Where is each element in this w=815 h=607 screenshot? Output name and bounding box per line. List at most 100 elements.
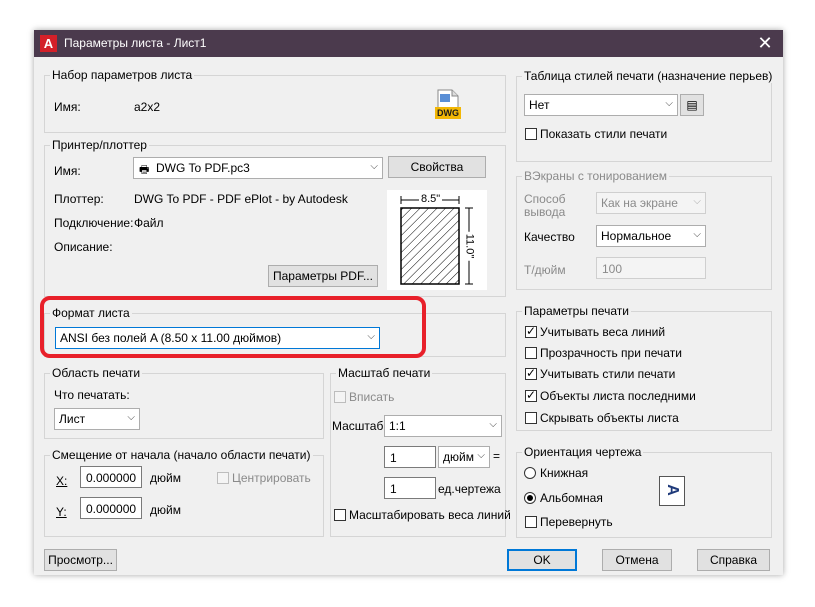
ok-button[interactable]: OK bbox=[507, 549, 577, 571]
plot-offset-group-label: Смещение от начала (начало области печат… bbox=[50, 448, 313, 462]
show-plot-styles-checkbox[interactable] bbox=[525, 128, 537, 140]
plot-lineweights-checkbox[interactable] bbox=[525, 324, 537, 338]
paperspace-last-checkbox[interactable] bbox=[525, 388, 537, 402]
pdf-options-button[interactable]: Параметры PDF... bbox=[268, 265, 378, 287]
printer-name-select[interactable]: 🖶 DWG To PDF.pc3 ⌵ bbox=[133, 157, 383, 179]
autocad-app-icon: A bbox=[40, 35, 57, 52]
chevron-down-icon: ⌵ bbox=[693, 229, 701, 240]
hide-paperspace-checkbox[interactable] bbox=[525, 412, 537, 424]
page-setup-group-label: Набор параметров листа bbox=[50, 68, 195, 82]
shaded-viewport-group-label: ВЭкраны с тонированием bbox=[522, 169, 670, 183]
scale-units-label: ед.чертежа bbox=[438, 482, 501, 496]
scale-lineweights-checkbox[interactable] bbox=[334, 509, 346, 521]
x-offset-label: X: bbox=[56, 474, 68, 488]
portrait-label: Книжная bbox=[540, 466, 589, 480]
y-offset-unit: дюйм bbox=[150, 503, 181, 517]
printer-name-value: DWG To PDF.pc3 bbox=[156, 161, 250, 175]
printer-name-label: Имя: bbox=[54, 164, 81, 178]
paperspace-last-label: Объекты листа последними bbox=[540, 389, 696, 403]
paper-preview: 8.5" 11.0" bbox=[387, 190, 487, 290]
orientation-preview-glyph: A bbox=[663, 484, 681, 496]
scale-lineweights-label: Масштабировать веса линий bbox=[349, 508, 511, 522]
description-label: Описание: bbox=[54, 240, 113, 254]
shade-mode-label-line2: вывода bbox=[524, 205, 566, 219]
dpi-label: Т/дюйм bbox=[524, 263, 566, 277]
page-setup-name-label: Имя: bbox=[54, 100, 81, 114]
chevron-down-icon: ⌵ bbox=[477, 450, 485, 461]
chevron-down-icon: ⌵ bbox=[693, 196, 701, 207]
plot-area-group-label: Область печати bbox=[50, 366, 143, 380]
what-to-plot-value: Лист bbox=[59, 412, 86, 426]
cancel-button[interactable]: Отмена bbox=[602, 549, 672, 571]
preview-button[interactable]: Просмотр... bbox=[44, 549, 117, 571]
shade-mode-label-line1: Способ bbox=[524, 192, 566, 206]
y-offset-input[interactable]: 0.000000 bbox=[80, 497, 142, 519]
quality-value: Нормальное bbox=[601, 229, 672, 243]
edit-plot-style-button[interactable]: ▤ bbox=[680, 94, 704, 116]
fit-to-paper-label: Вписать bbox=[349, 390, 395, 404]
center-plot-checkbox[interactable] bbox=[217, 472, 229, 484]
scale-label: Масштаб: bbox=[332, 419, 387, 433]
connection-label: Подключение: bbox=[54, 216, 134, 230]
plot-style-select[interactable]: Нет ⌵ bbox=[524, 94, 678, 116]
help-button[interactable]: Справка bbox=[697, 549, 770, 571]
equals-sign: = bbox=[493, 449, 501, 463]
show-plot-styles-label: Показать стили печати bbox=[540, 127, 668, 141]
plotter-value: DWG To PDF - PDF ePlot - by Autodesk bbox=[134, 192, 348, 206]
properties-button[interactable]: Свойства bbox=[388, 156, 486, 178]
shade-mode-select[interactable]: Как на экране ⌵ bbox=[596, 192, 706, 214]
page-setup-dialog: A Параметры листа - Лист1 ✕ Набор параме… bbox=[34, 30, 783, 575]
title-bar[interactable]: A Параметры листа - Лист1 ✕ bbox=[34, 30, 783, 57]
plot-scale-group-label: Масштаб печати bbox=[336, 366, 433, 380]
plotter-label: Плоттер: bbox=[54, 192, 104, 206]
chevron-down-icon: ⌵ bbox=[370, 161, 378, 172]
landscape-label: Альбомная bbox=[540, 491, 603, 505]
plot-options-group-label: Параметры печати bbox=[522, 304, 631, 318]
scale-units-value: 1 bbox=[390, 482, 397, 496]
paper-width-label: 8.5" bbox=[419, 193, 443, 205]
scale-units-input[interactable]: 1 bbox=[384, 477, 436, 499]
dwg-icon-text: DWG bbox=[437, 108, 459, 118]
upside-down-checkbox[interactable] bbox=[525, 516, 537, 528]
plot-with-styles-checkbox[interactable] bbox=[525, 366, 537, 380]
dwg-file-icon: DWG bbox=[434, 88, 462, 120]
scale-select[interactable]: 1:1 ⌵ bbox=[384, 415, 502, 437]
upside-down-label: Перевернуть bbox=[540, 515, 613, 529]
edit-icon: ▤ bbox=[686, 98, 698, 112]
printer-icon: 🖶 bbox=[139, 164, 150, 176]
dpi-input[interactable]: 100 bbox=[596, 257, 706, 279]
x-offset-input[interactable]: 0.000000 bbox=[80, 466, 142, 488]
quality-select[interactable]: Нормальное ⌵ bbox=[596, 225, 706, 247]
scale-inches-value: 1 bbox=[390, 451, 397, 465]
scale-inches-input[interactable]: 1 bbox=[384, 446, 436, 468]
dpi-value: 100 bbox=[602, 262, 623, 276]
what-to-plot-select[interactable]: Лист ⌵ bbox=[54, 408, 140, 430]
x-offset-value: 0.000000 bbox=[86, 471, 137, 485]
what-to-plot-label: Что печатать: bbox=[54, 388, 130, 402]
chevron-down-icon: ⌵ bbox=[127, 412, 135, 423]
plot-style-value: Нет bbox=[529, 98, 550, 112]
highlight-annotation bbox=[40, 296, 426, 358]
plot-transparency-checkbox[interactable] bbox=[525, 347, 537, 359]
landscape-radio[interactable] bbox=[524, 492, 536, 504]
quality-label: Качество bbox=[524, 230, 575, 244]
window-title: Параметры листа - Лист1 bbox=[64, 36, 207, 50]
chevron-down-icon: ⌵ bbox=[665, 98, 673, 109]
scale-unit-value: дюйм bbox=[443, 450, 474, 464]
portrait-radio[interactable] bbox=[524, 467, 536, 479]
plot-lineweights-label: Учитывать веса линий bbox=[540, 325, 666, 339]
chevron-down-icon: ⌵ bbox=[489, 419, 497, 430]
printer-group-label: Принтер/плоттер bbox=[50, 138, 149, 152]
shade-mode-value: Как на экране bbox=[601, 196, 678, 210]
orientation-group-label: Ориентация чертежа bbox=[522, 445, 644, 459]
close-icon[interactable]: ✕ bbox=[755, 33, 775, 53]
scale-value: 1:1 bbox=[389, 419, 406, 433]
y-offset-value: 0.000000 bbox=[86, 502, 137, 516]
plot-style-group bbox=[516, 76, 772, 162]
plot-style-group-label: Таблица стилей печати (назначение перьев… bbox=[522, 69, 775, 83]
y-offset-label: Y: bbox=[56, 505, 67, 519]
fit-to-paper-checkbox[interactable] bbox=[334, 391, 346, 403]
scale-unit-select[interactable]: дюйм ⌵ bbox=[438, 446, 490, 468]
center-plot-label: Центрировать bbox=[232, 471, 311, 485]
connection-value: Файл bbox=[134, 216, 164, 230]
